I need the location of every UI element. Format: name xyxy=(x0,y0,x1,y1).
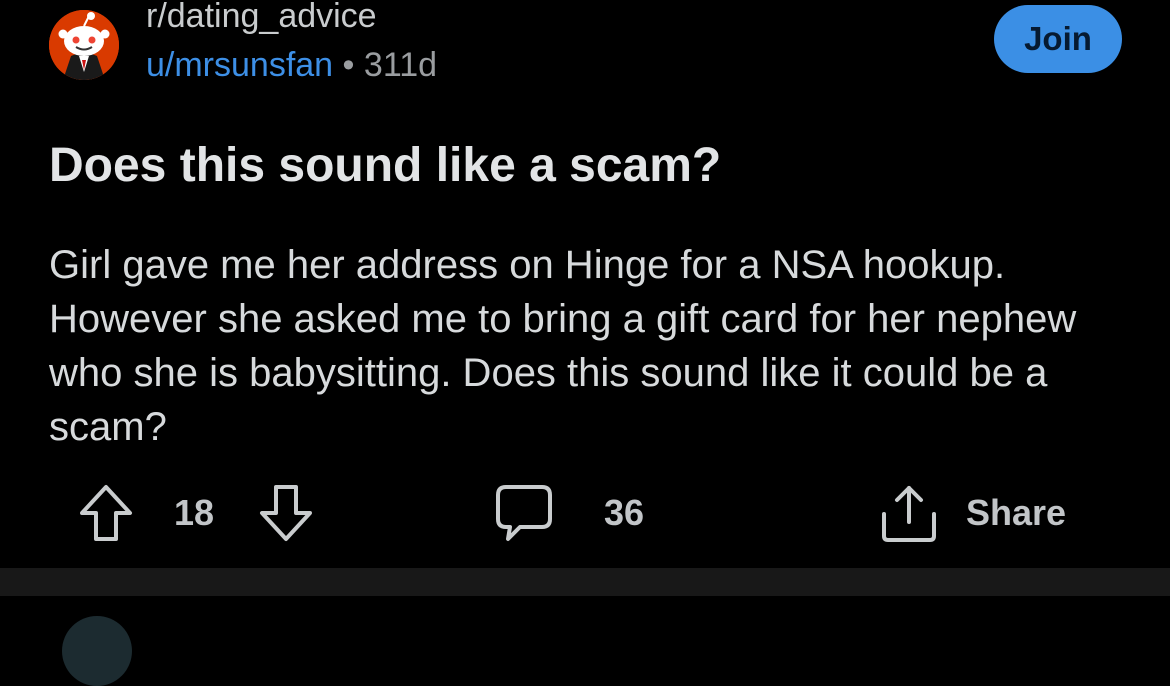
share-label: Share xyxy=(966,492,1067,533)
post-meta: u/mrsunsfan • 311d xyxy=(146,45,437,85)
post-action-bar: 18 36 Share xyxy=(0,478,1170,548)
downvote-button[interactable] xyxy=(258,478,314,548)
share-button[interactable]: Share xyxy=(878,478,1066,548)
share-upload-icon xyxy=(882,486,936,542)
post-age: 311d xyxy=(363,46,438,84)
arrow-up-icon xyxy=(80,485,132,541)
comments-button[interactable] xyxy=(494,478,554,548)
post-body: Girl gave me her address on Hinge for a … xyxy=(49,243,1077,449)
upvote-button[interactable] xyxy=(78,478,134,548)
subreddit-avatar-icon[interactable] xyxy=(49,10,119,80)
vote-count: 18 xyxy=(174,492,215,533)
arrow-down-icon xyxy=(260,485,312,541)
post-title[interactable]: Does this sound like a scam? xyxy=(49,138,721,194)
author-link[interactable]: u/mrsunsfan xyxy=(146,46,333,84)
subreddit-name[interactable]: r/dating_advice xyxy=(146,0,377,36)
meta-separator: • xyxy=(342,46,355,84)
join-button[interactable]: Join xyxy=(994,5,1122,73)
next-post-avatar-icon[interactable] xyxy=(62,616,132,686)
comment-count: 36 xyxy=(604,492,645,533)
feed-divider xyxy=(0,568,1170,596)
speech-bubble-icon xyxy=(496,485,552,541)
